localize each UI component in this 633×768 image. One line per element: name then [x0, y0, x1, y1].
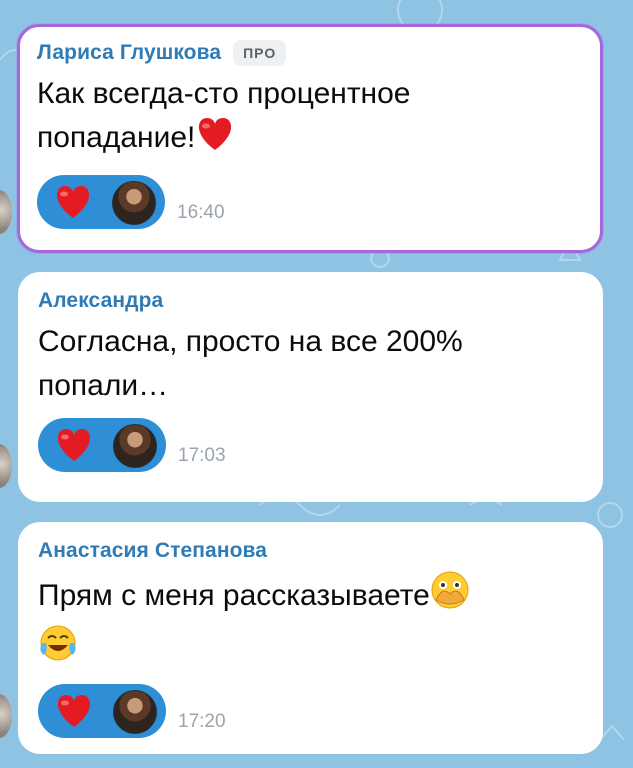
sender-avatar[interactable]	[0, 444, 12, 488]
message-bubble[interactable]: Александра Согласна, просто на все 200% …	[18, 272, 603, 502]
timestamp: 17:20	[178, 711, 226, 732]
author-name[interactable]: Анастасия Степанова	[38, 539, 267, 563]
reaction-heart-button[interactable]	[38, 684, 166, 738]
pro-badge: ПРО	[233, 40, 287, 66]
sender-avatar[interactable]	[0, 694, 12, 738]
message-text: Согласна, просто на все 200% попали…	[38, 325, 463, 402]
red-heart-icon	[54, 693, 94, 734]
author-name[interactable]: Александра	[38, 289, 163, 313]
timestamp: 17:03	[178, 445, 226, 466]
timestamp: 16:40	[177, 202, 225, 223]
reaction-heart-button[interactable]	[38, 418, 166, 472]
red-heart-icon	[54, 427, 94, 468]
red-heart-icon	[53, 184, 93, 225]
message-bubble[interactable]: Анастасия Степанова Прям с меня рассказы…	[18, 522, 603, 754]
face-with-tears-of-joy-icon	[38, 623, 78, 676]
message-text: Как всегда-сто процентное попадание!	[37, 72, 583, 165]
message-text: Прям с меня рассказываете	[38, 570, 583, 676]
red-heart-icon	[195, 116, 235, 165]
reactor-avatar	[112, 181, 156, 225]
reactor-avatar	[113, 690, 157, 734]
message-bubble[interactable]: Лариса Глушкова ПРО Как всегда-сто проце…	[17, 24, 603, 253]
author-name[interactable]: Лариса Глушкова	[37, 41, 221, 65]
face-with-hand-over-mouth-icon	[430, 570, 470, 623]
reaction-heart-button[interactable]	[37, 175, 165, 229]
sender-avatar[interactable]	[0, 190, 12, 234]
reactor-avatar	[113, 424, 157, 468]
